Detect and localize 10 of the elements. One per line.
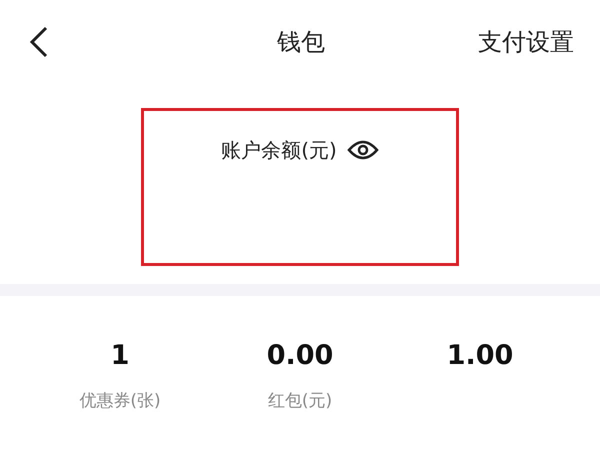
eye-icon[interactable] [346, 139, 379, 161]
page-title: 钱包 [277, 27, 325, 58]
stat-label: 红包(元) [268, 390, 332, 412]
balance-label: 账户余额(元) [221, 136, 337, 164]
stat-value: 1.00 [446, 340, 514, 371]
back-icon[interactable] [28, 25, 50, 59]
stat-label: 优惠券(张) [79, 390, 161, 412]
stat-value: 1 [110, 340, 130, 371]
payment-settings-link[interactable]: 支付设置 [478, 26, 574, 58]
stat-value: 0.00 [266, 340, 334, 371]
